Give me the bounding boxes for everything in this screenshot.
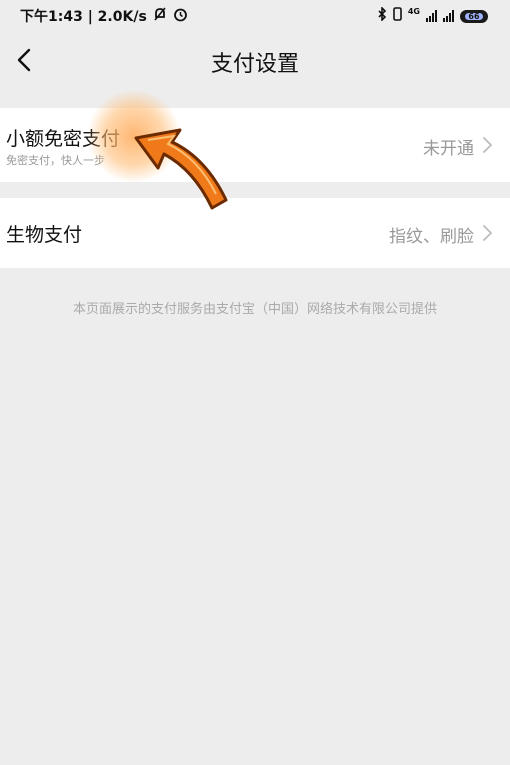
provider-note: 本页面展示的支付服务由支付宝（中国）网络技术有限公司提供 — [72, 302, 437, 317]
signal-icon-2 — [443, 10, 454, 22]
chevron-right-icon — [483, 225, 492, 241]
setting-row-value: 指纹、刷脸 — [389, 227, 474, 247]
setting-row-title: 生物支付 — [6, 224, 83, 246]
network-type-badge: 4G — [407, 6, 420, 16]
time-and-speed: 下午1:43 | 2.0K/s — [20, 9, 147, 25]
alarm-clock-icon — [173, 7, 188, 26]
chevron-right-icon — [483, 137, 492, 153]
pointer-arrow-icon — [134, 128, 228, 210]
setting-row-biometric-pay[interactable]: 生物支付 指纹、刷脸 — [0, 198, 510, 268]
setting-row-value: 未开通 — [423, 139, 474, 159]
signal-icon-1 — [426, 10, 437, 22]
nav-bar: 支付设置 — [0, 32, 510, 90]
setting-row-small-amount-pay[interactable]: 小额免密支付 免密支付，快人一步 未开通 — [0, 108, 510, 182]
mute-bell-icon — [153, 7, 167, 25]
battery-level: 66 — [465, 12, 483, 20]
page-title: 支付设置 — [210, 52, 299, 77]
status-left: 下午1:43 | 2.0K/s — [20, 6, 188, 26]
bluetooth-icon — [377, 6, 387, 25]
status-right: 4G 66 — [377, 6, 488, 25]
vibrate-icon — [393, 7, 402, 25]
status-bar: 下午1:43 | 2.0K/s 4G 66 — [0, 0, 510, 32]
battery-icon: 66 — [460, 9, 488, 23]
setting-row-subtitle: 免密支付，快人一步 — [6, 154, 105, 167]
